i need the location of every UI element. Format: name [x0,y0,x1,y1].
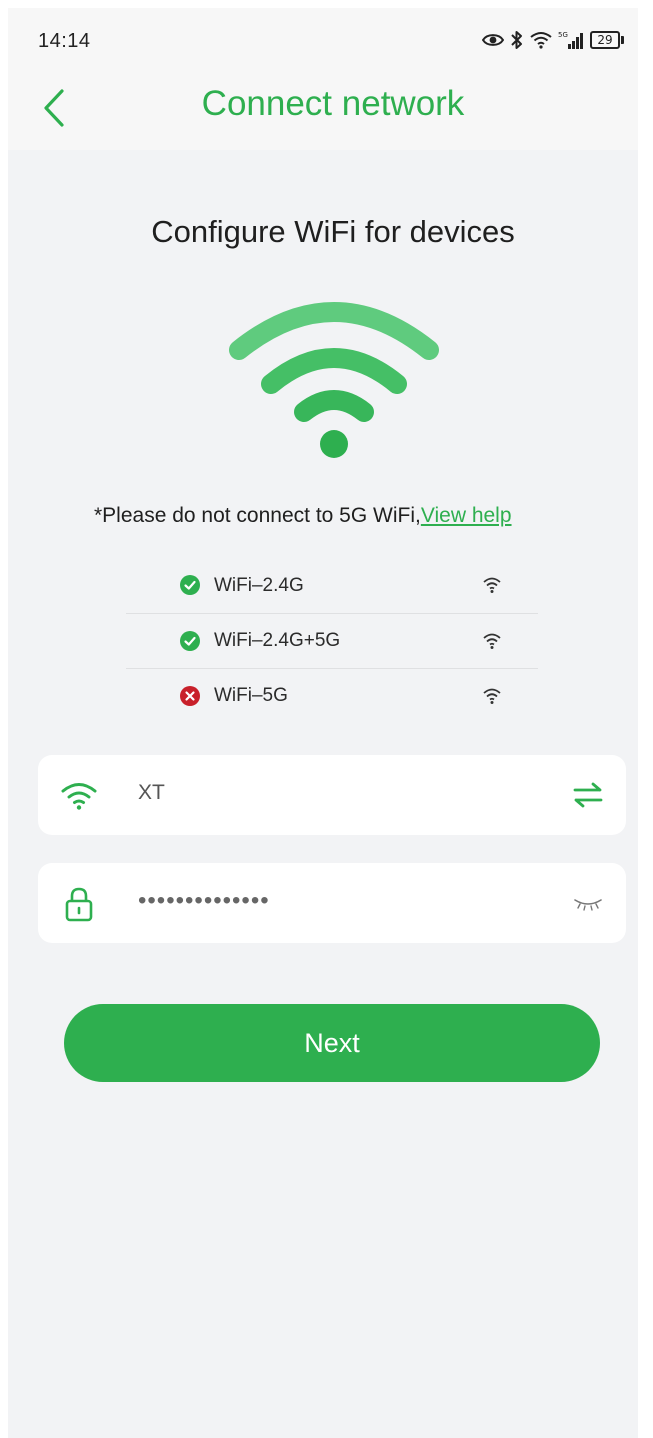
list-item: WiFi–2.4G [126,558,538,613]
view-help-link[interactable]: View help [421,504,512,527]
wifi-signal-icon [483,688,501,704]
check-circle-icon [180,631,200,651]
status-icons: 5G 29 [482,30,624,50]
switch-arrows-icon[interactable] [570,779,606,811]
bluetooth-icon [510,30,524,50]
wifi-icon [58,777,100,815]
cellular-signal-icon: 5G [558,30,584,50]
notice-message: *Please do not connect to 5G WiFi, [94,504,421,527]
page-title: Connect network [201,84,465,123]
check-circle-icon [180,575,200,595]
wifi-name-value: XT [138,781,165,804]
status-time: 14:14 [38,30,91,52]
next-button[interactable]: Next [64,1004,600,1082]
battery-level: 29 [590,31,620,49]
top-bar: 14:14 5G 29 Connect network [8,8,638,150]
password-field[interactable]: •••••••••••••• [38,863,626,943]
list-item: WiFi–2.4G+5G [126,613,538,668]
error-circle-icon [180,686,200,706]
battery-icon: 29 [590,31,624,49]
password-value: •••••••••••••• [138,887,270,914]
network-name: WiFi–5G [214,685,288,706]
network-name: WiFi–2.4G [214,574,304,596]
notice-text: *Please do not connect to 5G WiFi,View h… [94,504,634,528]
wifi-name-field[interactable]: XT [38,755,626,835]
network-compatibility-list: WiFi–2.4G WiFi–2.4G+5G WiFi–5G [126,558,538,723]
app-screen: 14:14 5G 29 Connect network Configure Wi… [8,8,638,1438]
network-name: WiFi–2.4G+5G [214,630,341,651]
section-heading: Configure WiFi for devices [151,214,515,249]
wifi-hero-icon [229,302,439,458]
wifi-signal-icon [483,577,501,593]
list-item: WiFi–5G [126,668,538,723]
eye-closed-icon[interactable] [570,887,606,919]
lock-icon [58,885,100,923]
wifi-signal-icon [483,633,501,649]
svg-text:5G: 5G [558,31,568,39]
wifi-status-icon [530,31,552,49]
eye-icon [482,32,504,48]
